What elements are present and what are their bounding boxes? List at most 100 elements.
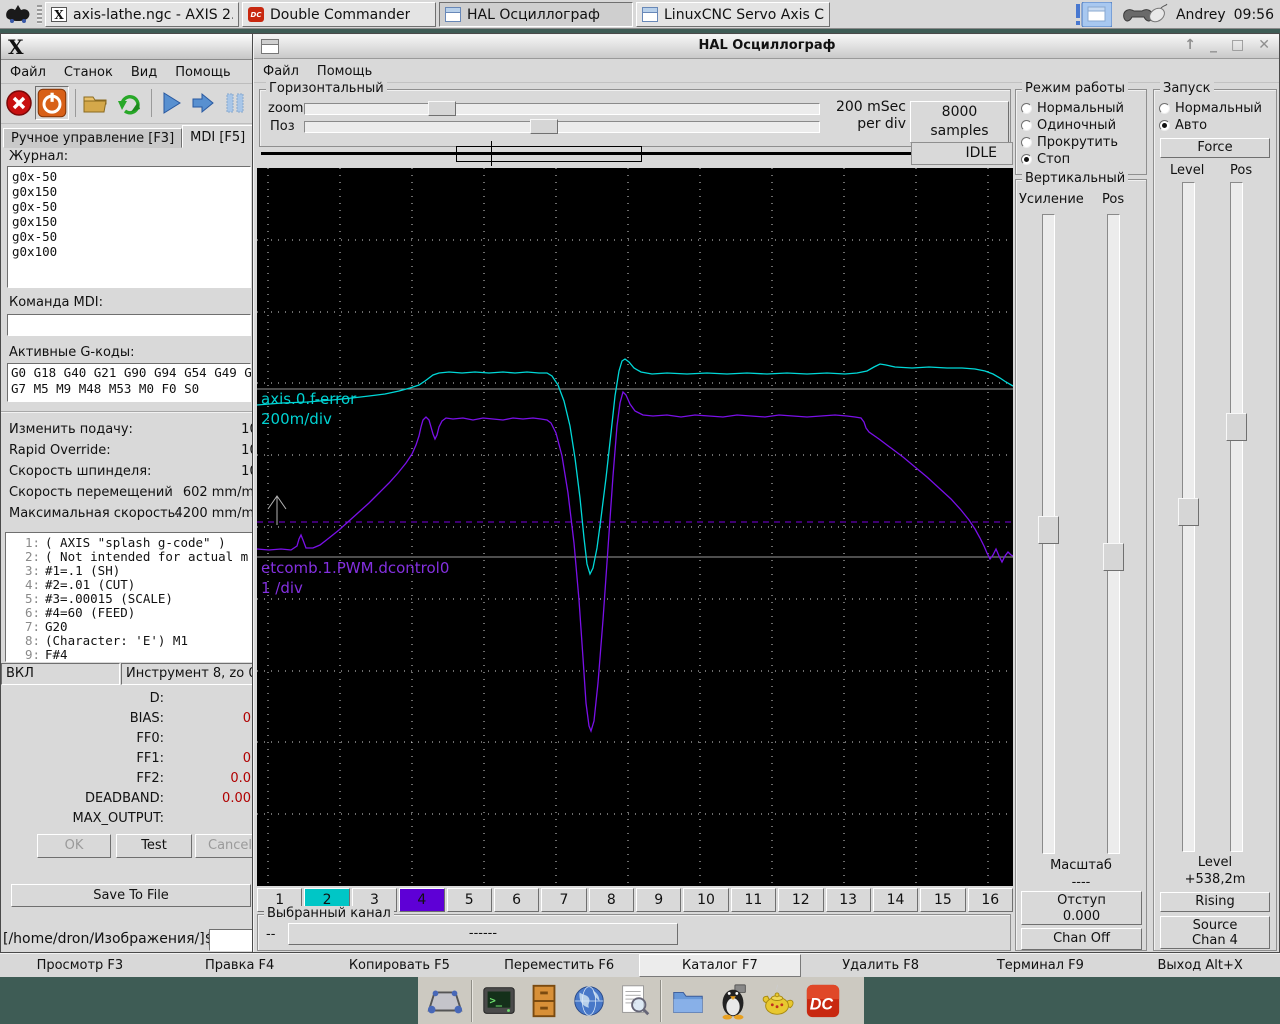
radio-option-Нормальный[interactable]: Нормальный — [1016, 100, 1146, 117]
penguin-icon[interactable] — [714, 982, 752, 1020]
samples-button[interactable]: 8000 samples at 1,00 КГц — [910, 101, 1009, 143]
mdi-command-input[interactable] — [7, 314, 251, 336]
offset-button[interactable]: Отступ 0.000 — [1021, 891, 1142, 925]
override-row[interactable]: Изменить подачу:100 — [9, 419, 253, 440]
estop-button[interactable] — [5, 89, 33, 117]
terminal-icon[interactable]: >_ — [480, 982, 518, 1020]
taskbar-window-button[interactable]: Double Commander — [242, 2, 436, 27]
override-row[interactable]: Rapid Override:100 — [9, 440, 253, 461]
channel-button-14[interactable]: 14 — [873, 888, 918, 912]
command-prompt-input[interactable] — [209, 929, 253, 951]
radio-option-Нормальный[interactable]: Нормальный — [1154, 100, 1276, 117]
radio-option-Одиночный[interactable]: Одиночный — [1016, 117, 1146, 134]
zoom-slider-thumb[interactable] — [428, 101, 456, 116]
fkey-Правка F4[interactable]: Правка F4 — [160, 954, 320, 977]
override-row[interactable]: Скорость шпинделя:100 — [9, 461, 253, 482]
mdi-history-list[interactable]: g0x-50g0x150g0x-50g0x150g0x-50g0x100 — [7, 166, 251, 288]
taskbar-grip[interactable] — [37, 5, 42, 24]
channel-button-5[interactable]: 5 — [447, 888, 492, 912]
channel-button-10[interactable]: 10 — [683, 888, 728, 912]
radio-option-Авто[interactable]: Авто — [1154, 117, 1276, 134]
channel-button-15[interactable]: 15 — [920, 888, 965, 912]
input-devices-tray-icon[interactable] — [1120, 2, 1168, 28]
journal-label: Журнал: — [9, 149, 68, 164]
force-button[interactable]: Force — [1160, 138, 1270, 158]
close-icon[interactable]: ✕ — [1258, 37, 1270, 53]
open-file-button[interactable] — [81, 89, 109, 117]
fkey-Копировать F5[interactable]: Копировать F5 — [320, 954, 480, 977]
record-view-box[interactable] — [456, 146, 642, 162]
run-program-button[interactable] — [157, 89, 185, 117]
web-browser-icon[interactable] — [570, 982, 608, 1020]
fkey-Выход Alt+X[interactable]: Выход Alt+X — [1120, 954, 1280, 977]
taskbar-window-button[interactable]: LinuxCNC Servo Axis Ca... — [636, 2, 830, 27]
teapot-icon[interactable] — [759, 982, 797, 1020]
menu-Файл[interactable]: Файл — [1, 65, 55, 80]
channel-button-9[interactable]: 9 — [636, 888, 681, 912]
cancel-button[interactable]: Cancel — [195, 834, 253, 858]
taskbar-window-button[interactable]: HAL Осциллограф — [439, 2, 633, 27]
fkey-Удалить F8[interactable]: Удалить F8 — [801, 954, 961, 977]
position-slider[interactable] — [304, 121, 820, 133]
document-search-icon[interactable] — [615, 982, 653, 1020]
radio-option-Стоп[interactable]: Стоп — [1016, 151, 1146, 168]
maximize-icon[interactable]: □ — [1231, 37, 1244, 53]
selected-channel-source-button[interactable]: ------ — [288, 923, 678, 945]
double-commander-icon[interactable]: DC — [804, 982, 842, 1020]
gcode-text: #2=.01 (CUT) — [45, 577, 135, 592]
position-slider-thumb[interactable] — [530, 119, 558, 134]
channel-button-16[interactable]: 16 — [968, 888, 1013, 912]
show-desktop-icon[interactable] — [426, 982, 464, 1020]
fkey-Переместить F6[interactable]: Переместить F6 — [479, 954, 639, 977]
edge-button[interactable]: Rising — [1160, 892, 1270, 912]
fkey-Просмотр F3[interactable]: Просмотр F3 — [0, 954, 160, 977]
minimize-icon[interactable]: _ — [1210, 37, 1217, 53]
fkey-Терминал F9[interactable]: Терминал F9 — [961, 954, 1121, 977]
channel-button-6[interactable]: 6 — [494, 888, 539, 912]
fkey-Каталог F7[interactable]: Каталог F7 — [639, 954, 801, 977]
channel-button-8[interactable]: 8 — [589, 888, 634, 912]
menu-Вид[interactable]: Вид — [122, 65, 166, 80]
launcher-icon[interactable] — [3, 2, 33, 26]
vertical-pos-slider[interactable] — [1107, 214, 1120, 854]
zoom-slider[interactable] — [304, 103, 820, 115]
tab-MDI [F5][interactable]: MDI [F5] — [182, 125, 253, 148]
tab-Ручное управление [F3][interactable]: Ручное управление [F3] — [3, 128, 182, 148]
save-to-file-button[interactable]: Save To File — [11, 884, 251, 907]
trigger-pos-slider-thumb[interactable] — [1226, 413, 1247, 441]
channel-button-4[interactable]: 4 — [399, 888, 444, 912]
channel-button-12[interactable]: 12 — [778, 888, 823, 912]
pause-button[interactable] — [221, 89, 249, 117]
file-cabinet-icon[interactable] — [525, 982, 563, 1020]
test-button[interactable]: Test — [116, 834, 192, 858]
oscilloscope-display[interactable]: axis.0.f-error 200m/div etcomb.1.PWM.dco… — [257, 168, 1013, 886]
axis-titlebar[interactable]: X — [1, 34, 253, 60]
file-manager-icon[interactable] — [669, 982, 707, 1020]
chan-off-button[interactable]: Chan Off — [1021, 928, 1142, 950]
override-row[interactable]: Скорость перемещений602 mm/min — [9, 482, 253, 503]
menu-Станок[interactable]: Станок — [55, 65, 122, 80]
override-row[interactable]: Максимальная скорость:4200 mm/min — [9, 503, 253, 524]
radio-option-Прокрутить[interactable]: Прокрутить — [1016, 134, 1146, 151]
step-button[interactable] — [189, 89, 217, 117]
halscope-titlebar[interactable]: HAL Осциллограф ↑ _ □ ✕ — [254, 35, 1280, 59]
scope-menu-Файл[interactable]: Файл — [254, 64, 308, 79]
trigger-pos-slider[interactable] — [1230, 182, 1243, 852]
menu-Помощь[interactable]: Помощь — [166, 65, 239, 80]
channel-button-11[interactable]: 11 — [731, 888, 776, 912]
machine-power-button[interactable] — [35, 86, 69, 120]
ok-button[interactable]: OK — [37, 834, 111, 858]
gcode-listing[interactable]: 1:( AXIS "splash g-code" )2:( Not intend… — [5, 532, 253, 662]
trigger-level-slider-thumb[interactable] — [1178, 498, 1199, 526]
trigger-source-button[interactable]: Source Chan 4 — [1160, 916, 1270, 949]
vertical-pos-slider-thumb[interactable] — [1103, 543, 1124, 571]
channel-button-7[interactable]: 7 — [541, 888, 586, 912]
reload-button[interactable] — [115, 89, 143, 117]
notification-tray-icon[interactable] — [1076, 2, 1112, 27]
gcode-text: #4=60 (FEED) — [45, 605, 135, 620]
shade-icon[interactable]: ↑ — [1184, 37, 1196, 53]
gain-slider-thumb[interactable] — [1038, 516, 1059, 544]
taskbar-window-button[interactable]: axis-lathe.ngc - AXIS 2.7... — [45, 2, 239, 27]
channel-button-13[interactable]: 13 — [826, 888, 871, 912]
scope-menu-Помощь[interactable]: Помощь — [308, 64, 381, 79]
